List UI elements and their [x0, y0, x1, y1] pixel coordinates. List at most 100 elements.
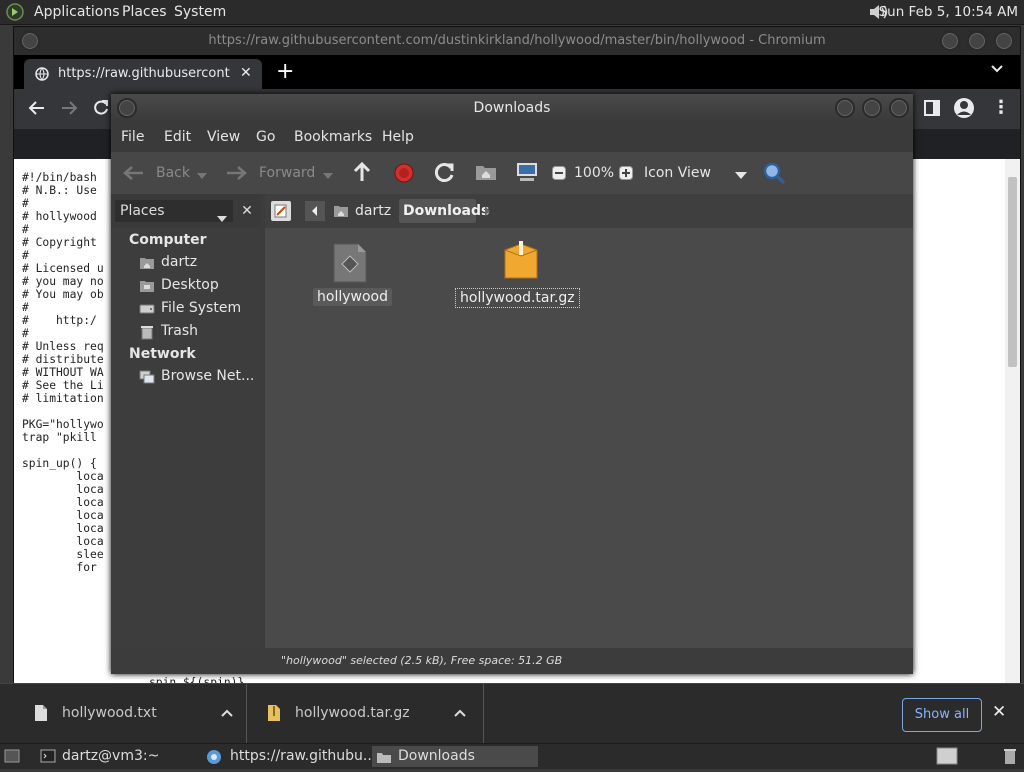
sidebar-item-label: Desktop	[161, 277, 219, 293]
document-icon	[34, 704, 48, 726]
menu-edit[interactable]: Edit	[164, 122, 191, 152]
taskbar-label: https://raw.githubu...	[230, 748, 377, 764]
reload-icon[interactable]	[92, 99, 110, 121]
sidebar-item-trash[interactable]: Trash	[111, 321, 261, 343]
places-combo[interactable]: Places	[115, 200, 233, 222]
sidebar-item-desktop[interactable]: Desktop	[111, 275, 261, 297]
zoom-level: 100%	[574, 165, 615, 181]
view-mode-select[interactable]: Icon View	[644, 152, 711, 194]
close-sidebar-icon[interactable]: ✕	[237, 200, 257, 222]
path-segment-label: dartz	[355, 203, 392, 219]
forward-button[interactable]: Forward	[259, 152, 315, 194]
browser-tab[interactable]: https://raw.githubusercontent.com/dustin…	[24, 59, 262, 89]
clock[interactable]: Sun Feb 5, 10:54 AM	[879, 0, 1018, 24]
zoom-out-icon[interactable]	[552, 166, 566, 184]
sidebar-item-file-system[interactable]: File System	[111, 298, 261, 320]
tab-strip: https://raw.githubusercontent.com/dustin…	[14, 55, 1020, 89]
file-manager-titlebar: Downloads	[111, 94, 913, 122]
script-source-text: #!/bin/bash # N.B.: Use # # hollywood # …	[22, 171, 104, 574]
downloads-shelf: hollywood.txt hollywood.tar.gz Show all …	[0, 683, 1024, 744]
chevron-down-icon	[217, 208, 227, 230]
minimize-button[interactable]	[940, 31, 960, 51]
download-item-txt[interactable]: hollywood.txt	[14, 684, 247, 744]
file-item-label: hollywood	[313, 288, 392, 306]
chevron-down-icon[interactable]	[323, 169, 333, 184]
file-item-hollywood-tar-gz[interactable]: hollywood.tar.gz	[451, 238, 591, 310]
menu-go[interactable]: Go	[256, 122, 275, 152]
forward-arrow-icon[interactable]	[225, 164, 249, 186]
trash-applet-icon[interactable]	[1003, 747, 1017, 769]
taskbar-terminal[interactable]: dartz@vm3:~	[36, 746, 200, 767]
shelf-close-icon[interactable]: ✕	[992, 702, 1006, 722]
sidebar-item-label: File System	[161, 300, 242, 316]
workspace-switcher-icon[interactable]	[936, 747, 958, 769]
taskbar-chromium[interactable]: https://raw.githubu...	[204, 746, 376, 767]
home-folder-icon[interactable]	[475, 163, 497, 185]
taskbar-label: Downloads	[398, 748, 475, 764]
show-all-button[interactable]: Show all	[902, 698, 982, 732]
zoom-in-icon[interactable]	[619, 166, 633, 184]
menu-help[interactable]: Help	[382, 122, 414, 152]
chevron-up-icon[interactable]	[220, 706, 234, 720]
places-menu[interactable]: Places	[122, 0, 167, 24]
file-icon-view: hollywood hollywood.tar.gz	[265, 228, 913, 648]
script-file-icon	[330, 242, 370, 288]
gnome-foot-icon[interactable]	[6, 3, 24, 21]
sidebar-item-label: dartz	[161, 254, 198, 270]
tab-search-icon[interactable]	[990, 61, 1004, 79]
sidebar-item-dartz[interactable]: dartz	[111, 252, 261, 274]
places-combo-label: Places	[120, 203, 165, 219]
minimize-button[interactable]	[835, 98, 855, 118]
globe-icon	[35, 67, 49, 81]
archive-icon	[267, 704, 281, 726]
close-button[interactable]	[889, 98, 909, 118]
chevron-up-icon[interactable]	[453, 706, 467, 720]
menu-bookmarks[interactable]: Bookmarks	[294, 122, 372, 152]
path-right-arrow-icon[interactable]	[481, 201, 495, 225]
drive-icon	[139, 302, 155, 316]
desktop-folder-icon	[139, 279, 155, 293]
kebab-menu-icon[interactable]: ⋮	[992, 98, 1010, 118]
sidebar-item-browse-network[interactable]: Browse Net...	[111, 366, 261, 388]
edit-location-icon[interactable]	[271, 201, 291, 221]
menu-view[interactable]: View	[207, 122, 240, 152]
home-folder-icon	[139, 256, 155, 270]
file-item-hollywood[interactable]: hollywood	[309, 238, 392, 310]
stop-icon[interactable]	[394, 163, 414, 187]
back-arrow-icon[interactable]	[28, 99, 46, 121]
up-arrow-icon[interactable]	[352, 161, 372, 187]
file-item-label: hollywood.tar.gz	[455, 288, 580, 308]
file-manager-toolbar: Back Forward 100% Icon View	[111, 152, 913, 194]
applications-menu[interactable]: Applications	[34, 0, 120, 24]
taskbar-downloads[interactable]: Downloads	[372, 746, 538, 767]
trash-icon	[139, 324, 155, 340]
page-scrollbar-thumb[interactable]	[1008, 177, 1017, 367]
new-tab-icon[interactable]: +	[276, 59, 294, 85]
chevron-down-icon[interactable]	[735, 169, 747, 184]
computer-icon[interactable]	[515, 161, 539, 187]
terminal-icon	[40, 749, 56, 770]
maximize-button[interactable]	[967, 31, 987, 51]
path-left-arrow-icon[interactable]	[305, 201, 325, 221]
close-button[interactable]	[994, 31, 1014, 51]
taskbar-label: dartz@vm3:~	[62, 748, 160, 764]
search-icon[interactable]	[762, 161, 786, 189]
back-arrow-icon[interactable]	[121, 164, 145, 186]
show-desktop-icon[interactable]	[4, 749, 20, 767]
menu-file[interactable]: File	[121, 122, 144, 152]
back-button[interactable]: Back	[156, 152, 190, 194]
profile-avatar-icon[interactable]	[953, 97, 975, 123]
path-segment-dartz[interactable]: dartz	[331, 199, 395, 223]
forward-arrow-icon[interactable]	[60, 99, 78, 121]
download-item-targz[interactable]: hollywood.tar.gz	[247, 684, 484, 744]
system-menu[interactable]: System	[174, 0, 226, 24]
side-panel-icon[interactable]	[924, 100, 940, 120]
maximize-button[interactable]	[862, 98, 882, 118]
path-segment-downloads[interactable]: Downloads	[399, 199, 489, 223]
chromium-window-title: https://raw.githubusercontent.com/dustin…	[208, 33, 826, 48]
reload-icon[interactable]	[434, 162, 456, 188]
places-sidebar: Computer dartz Desktop File System Trash	[111, 228, 261, 648]
tab-close-icon[interactable]: ✕	[240, 65, 256, 83]
chevron-down-icon[interactable]	[197, 169, 207, 184]
archive-file-icon	[501, 240, 541, 286]
